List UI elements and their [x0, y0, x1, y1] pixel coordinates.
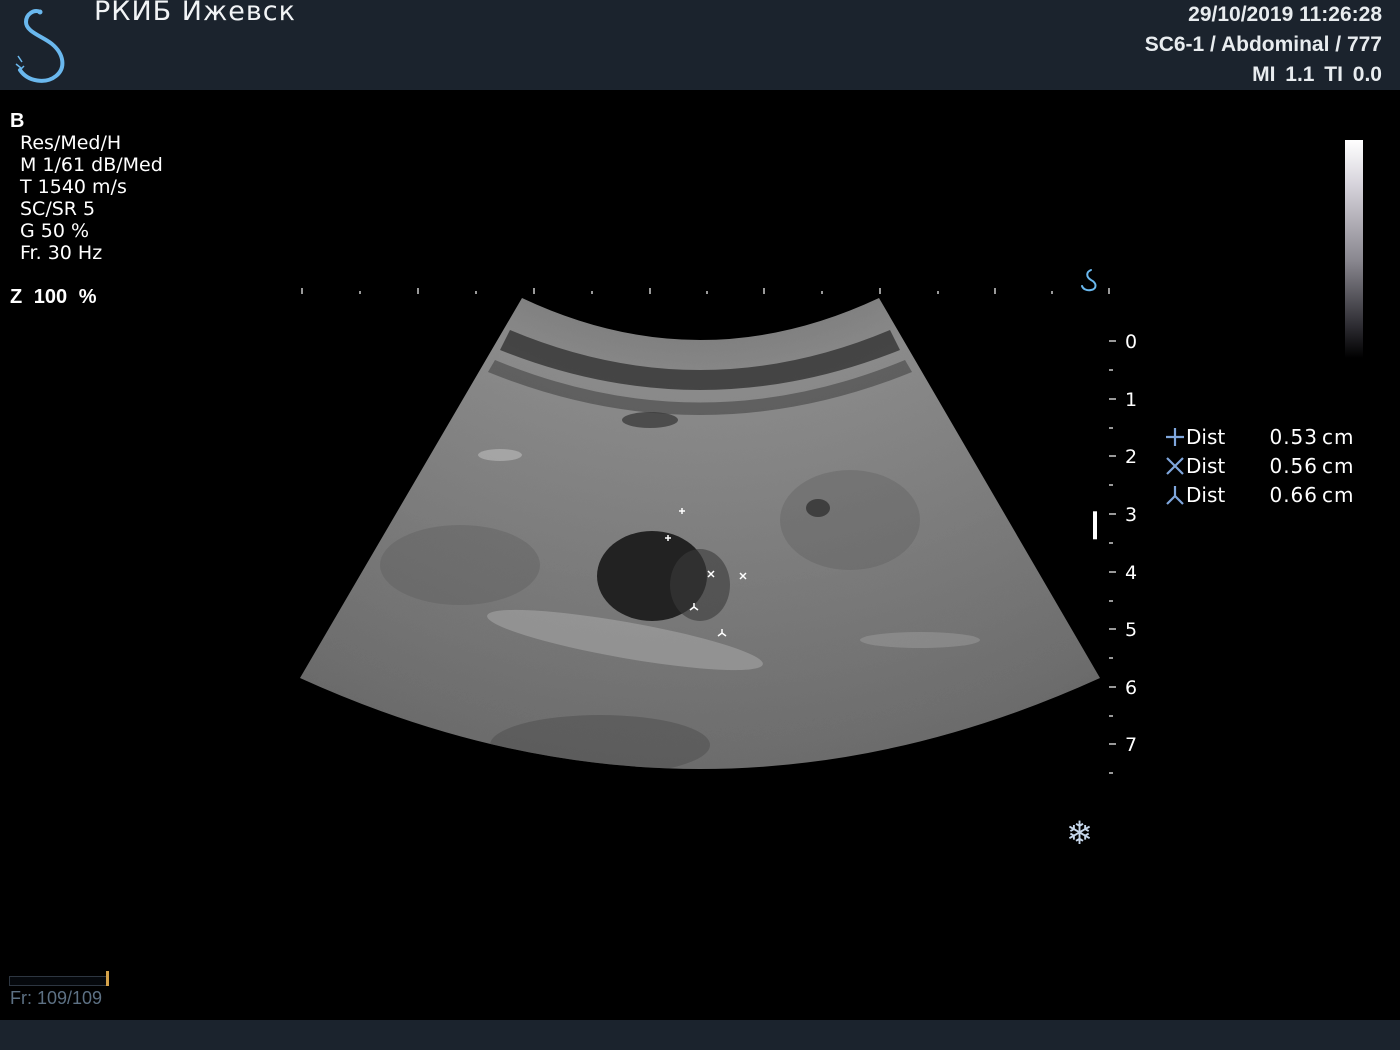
measurement-row[interactable]: Dist 0.66 cm — [1164, 480, 1354, 509]
frame-counter: Fr: 109/109 — [10, 988, 103, 1008]
focus-marker — [1093, 511, 1097, 540]
cross-marker-icon — [1166, 456, 1184, 475]
measurement-value: 0.56 — [1269, 453, 1318, 478]
measurement-unit: cm — [1322, 482, 1355, 507]
probe-orientation-icon — [1081, 269, 1097, 292]
depth-label: 2 — [1125, 446, 1137, 468]
measurement-results: Dist 0.53 cm Dist 0.56 cm Dist 0.66 cm — [1164, 422, 1354, 509]
depth-label: 7 — [1125, 734, 1137, 756]
ultrasound-image[interactable]: 0 1 2 3 4 5 6 7 — [0, 0, 1400, 1050]
footer-bar — [0, 1020, 1400, 1050]
tri-marker-icon — [1166, 485, 1184, 505]
depth-label: 5 — [1125, 619, 1137, 641]
measurement-value: 0.66 — [1269, 482, 1318, 507]
cine-position-marker[interactable] — [106, 971, 109, 986]
depth-label: 3 — [1125, 504, 1137, 526]
depth-label: 0 — [1125, 331, 1137, 353]
depth-label: 6 — [1125, 677, 1137, 699]
measurement-label: Dist — [1186, 453, 1226, 478]
cine-progress-bar[interactable] — [9, 976, 108, 986]
measurement-row[interactable]: Dist 0.53 cm — [1164, 422, 1354, 451]
depth-label: 4 — [1125, 562, 1137, 584]
measurement-unit: cm — [1322, 453, 1355, 478]
measurement-label: Dist — [1186, 482, 1226, 507]
measurement-row[interactable]: Dist 0.56 cm — [1164, 451, 1354, 480]
lateral-scale — [301, 288, 1110, 294]
plus-marker-icon — [1166, 427, 1184, 446]
measurement-unit: cm — [1322, 424, 1355, 449]
depth-label: 1 — [1125, 389, 1137, 411]
measurement-value: 0.53 — [1269, 424, 1318, 449]
snowflake-icon[interactable]: ❄ — [1066, 816, 1093, 850]
depth-scale: 0 1 2 3 4 5 6 7 — [1093, 331, 1137, 774]
measurement-label: Dist — [1186, 424, 1226, 449]
scan-sector — [300, 298, 1100, 769]
